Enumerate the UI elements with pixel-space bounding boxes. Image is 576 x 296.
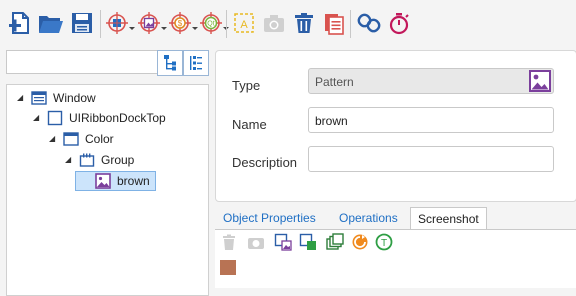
link-icon[interactable] (356, 10, 382, 36)
tree-item-label: UIRibbonDockTop (69, 111, 166, 125)
expanded-arrow-icon[interactable]: ◢ (65, 151, 71, 169)
name-label: Name (232, 117, 267, 132)
tree-item-window[interactable]: ◢ Window (7, 89, 207, 107)
camera-icon (247, 233, 265, 251)
tree-item-color[interactable]: ◢ Color (7, 130, 207, 148)
text-capture-icon[interactable]: A (231, 10, 257, 36)
tab-object-properties[interactable]: Object Properties (216, 207, 323, 229)
java-target-icon[interactable]: $ (168, 10, 198, 36)
tree-item-label: Window (53, 91, 96, 105)
layers-icon[interactable] (326, 233, 344, 251)
toolbar-separator (350, 10, 351, 38)
type-label: Type (232, 78, 261, 93)
type-field: Pattern (308, 68, 554, 94)
tree-item-group[interactable]: ◢ Group (7, 151, 207, 169)
window-icon (63, 131, 79, 147)
camera-icon (261, 10, 287, 36)
svg-text:Qt: Qt (207, 21, 214, 28)
name-value: brown (315, 114, 348, 128)
toolbar-separator (226, 10, 227, 38)
clipboard-icon[interactable] (321, 10, 347, 36)
image-target-icon[interactable] (137, 10, 167, 36)
delete-icon (220, 233, 238, 251)
group-icon (79, 152, 95, 168)
pattern-image-icon[interactable] (528, 69, 552, 93)
crop-region-icon[interactable] (299, 233, 317, 251)
tree-item-brown[interactable]: brown (75, 171, 156, 191)
toolbar-separator (100, 10, 101, 38)
screenshot-thumbnail[interactable] (220, 260, 236, 275)
windows-target-icon[interactable] (105, 10, 135, 36)
text-recognize-icon[interactable]: T (375, 233, 393, 251)
expanded-arrow-icon[interactable]: ◢ (49, 130, 55, 148)
tab-screenshot[interactable]: Screenshot (410, 207, 487, 230)
qt-target-icon[interactable]: Qt (199, 10, 229, 36)
new-file-icon[interactable] (8, 10, 34, 36)
window-icon (31, 90, 47, 106)
tree-item-label: Color (85, 132, 114, 146)
bottom-tabs: Object Properties Operations Screenshot (215, 207, 576, 230)
pattern-image-icon (95, 173, 111, 189)
panel-icon (47, 110, 63, 126)
tree-view-icon[interactable] (157, 50, 183, 76)
description-field[interactable] (308, 146, 554, 172)
tree-item-label: Group (101, 153, 135, 167)
type-value: Pattern (315, 75, 354, 89)
tab-operations[interactable]: Operations (332, 207, 405, 229)
tree-item-uiribbondocktop[interactable]: ◢ UIRibbonDockTop (7, 109, 207, 127)
main-toolbar: $ Qt A (0, 0, 576, 46)
list-view-icon[interactable] (183, 50, 209, 76)
tree-item-label: brown (117, 174, 150, 188)
expanded-arrow-icon[interactable]: ◢ (17, 89, 23, 107)
name-field[interactable]: brown (308, 107, 554, 133)
screenshot-panel: T (215, 230, 576, 288)
search-input[interactable] (6, 50, 158, 74)
delete-icon[interactable] (291, 10, 317, 36)
expanded-arrow-icon[interactable]: ◢ (33, 109, 39, 127)
object-tree: ◢ Window ◢ UIRibbonDockTop ◢ Color ◢ Gro… (6, 84, 209, 296)
description-label: Description (232, 155, 298, 170)
open-folder-icon[interactable] (37, 10, 63, 36)
save-icon[interactable] (69, 10, 95, 36)
timer-icon[interactable] (386, 10, 412, 36)
refresh-icon[interactable] (351, 233, 369, 251)
svg-text:T: T (381, 238, 387, 249)
svg-text:A: A (240, 19, 248, 31)
svg-text:$: $ (178, 19, 183, 28)
crop-image-icon[interactable] (274, 233, 292, 251)
properties-panel: Type Pattern Name brown Description (215, 50, 576, 202)
